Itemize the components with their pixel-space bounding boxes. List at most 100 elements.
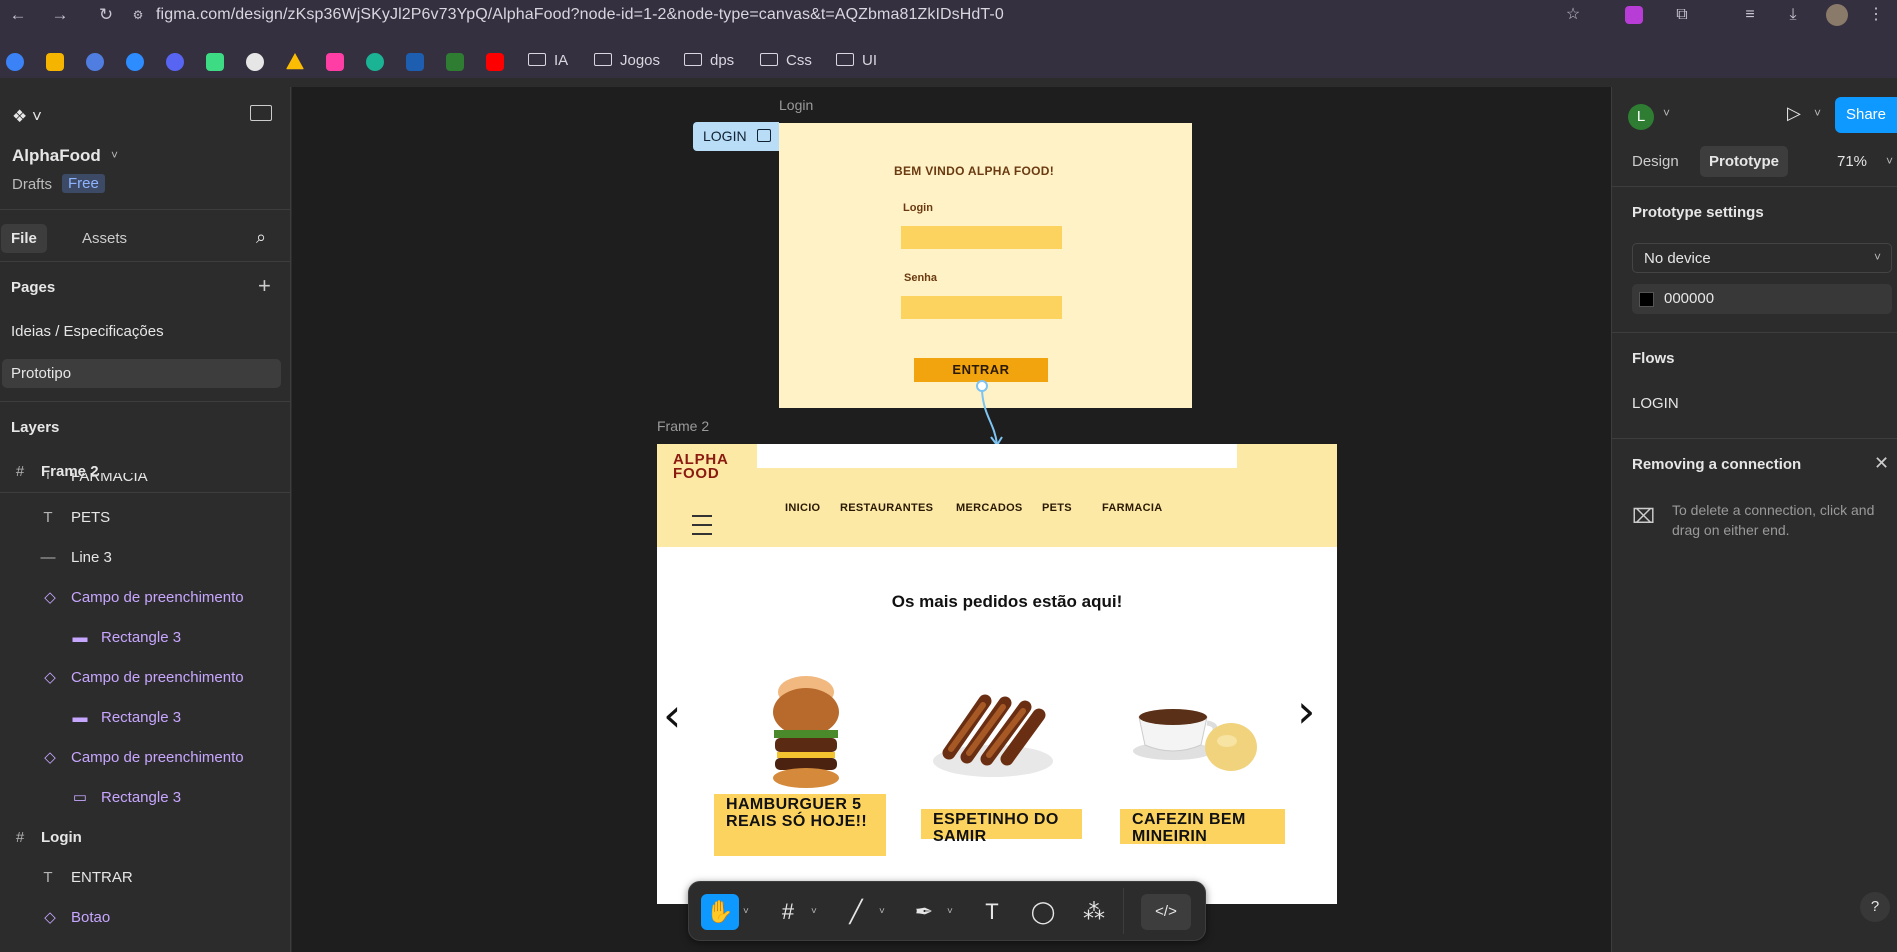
profile-avatar-icon[interactable] [1826,4,1848,26]
prototype-connection[interactable] [972,377,1012,452]
reload-icon[interactable]: ↻ [96,5,116,25]
bookmark-clock-icon[interactable] [86,53,104,71]
design-canvas[interactable]: Login LOGIN BEM VINDO ALPHA FOOD! Login … [292,87,1611,952]
color-swatch[interactable] [1639,292,1654,307]
share-button[interactable]: Share [1835,97,1897,133]
search-icon[interactable]: ⌕ [256,227,266,248]
close-icon[interactable]: ✕ [1874,453,1889,474]
tab-prototype[interactable]: Prototype [1700,146,1789,177]
tab-design[interactable]: Design [1632,153,1679,170]
figma-menu-icon[interactable]: ❖ ˅ [12,107,42,127]
page-item-active[interactable]: Prototipo [2,359,281,388]
page-item[interactable]: Ideias / Especificações [11,323,164,340]
bookmark-app-icon[interactable] [6,53,24,71]
bookmark-youtube-icon[interactable] [486,53,504,71]
layer-pets[interactable]: T PETS [0,498,290,538]
device-select[interactable]: No device ˅ [1632,243,1892,273]
comment-tool-icon[interactable]: ◯ [1024,894,1062,930]
layer-rectangle-2[interactable]: ▬ Rectangle 3 [0,698,290,738]
chevron-down-icon[interactable]: ˅ [811,906,817,917]
layer-entrar[interactable]: T ENTRAR [0,858,290,898]
layer-rectangle-1[interactable]: ▬ Rectangle 3 [0,618,290,658]
menu-item-restaurantes[interactable]: RESTAURANTES [840,502,933,514]
menu-icon[interactable]: ⋮ [1866,5,1886,25]
chevron-down-icon[interactable]: ˅ [1663,106,1670,120]
forward-icon[interactable]: → [50,5,70,25]
menu-item-inicio[interactable]: INICIO [785,502,820,514]
extensions-puzzle-icon[interactable]: ⧉ [1672,5,1692,25]
bookmark-zoom-icon[interactable] [126,53,144,71]
frame-label-login[interactable]: Login [779,97,813,113]
bookmark-keep-icon[interactable] [46,53,64,71]
login-field[interactable] [901,226,1062,249]
carousel-next-icon[interactable]: › [1297,684,1315,738]
chevron-down-icon[interactable]: ˅ [947,906,953,917]
layer-rectangle-3[interactable]: ▭ Rectangle 3 [0,778,290,818]
product-card-cafezin[interactable]: CAFEZIN BEM MINEIRIN [1120,809,1285,845]
file-name[interactable]: AlphaFood [12,146,101,166]
avatar[interactable]: L [1628,104,1654,130]
layer-botao[interactable]: ◇ Botao [0,898,290,938]
connection-start-handle[interactable] [976,380,988,392]
help-button[interactable]: ? [1860,892,1890,922]
text-tool-icon[interactable]: T [973,894,1011,930]
flow-start-tag[interactable]: LOGIN [693,122,779,151]
bookmark-app3-icon[interactable] [366,53,384,71]
add-page-icon[interactable]: + [258,273,271,299]
frame-2[interactable]: ALPHA FOOD INICIO RESTAURANTES MERCADOS P… [657,444,1337,904]
url-field[interactable]: figma.com/design/zKsp36WjSKyJl2P6v73YpQ/… [156,6,1004,24]
frame-tool-icon[interactable]: # [769,894,807,930]
tab-assets[interactable]: Assets [82,230,127,247]
dev-mode-icon[interactable]: </> [1141,894,1191,930]
pen-tool-icon[interactable]: ✒ [905,894,943,930]
bookmark-app4-icon[interactable] [446,53,464,71]
bookmark-folder-ia[interactable]: IA [528,52,568,69]
actions-tool-icon[interactable]: ⁂ [1075,894,1113,930]
layer-campo-3[interactable]: ◇ Campo de preenchimento [0,738,290,778]
bookmark-folder-ui[interactable]: UI [836,52,877,69]
media-icon[interactable]: ≡ [1740,5,1760,25]
bookmark-star-icon[interactable]: ☆ [1563,5,1583,25]
senha-field[interactable] [901,296,1062,319]
download-icon[interactable]: ⤓ [1783,5,1803,25]
layer-campo-1[interactable]: ◇ Campo de preenchimento [0,578,290,618]
back-icon[interactable]: ← [8,5,28,25]
product-card-espetinho[interactable]: ESPETINHO DO SAMIR [921,809,1082,845]
carousel-prev-icon[interactable]: ‹ [663,688,681,742]
layer-farmacia[interactable]: T FARMACIA [0,473,290,493]
bookmark-drive-icon[interactable] [286,53,304,70]
product-card-hamburguer[interactable]: HAMBURGUER 5 REAIS SÓ HOJE!! [714,794,886,856]
drafts-label[interactable]: Drafts [12,176,52,193]
frame-label-frame-2[interactable]: Frame 2 [657,418,709,434]
bookmark-folder-css[interactable]: Css [760,52,812,69]
menu-item-mercados[interactable]: MERCADOS [956,502,1023,514]
chevron-down-icon[interactable]: ˅ [879,906,885,917]
panel-toggle-icon[interactable] [250,105,272,121]
hamburger-menu-icon[interactable] [692,515,712,539]
zoom-level[interactable]: 71% [1837,153,1867,170]
bookmark-folder-dps[interactable]: dps [684,52,734,69]
bookmark-folder-jogos[interactable]: Jogos [594,52,660,69]
login-frame[interactable]: BEM VINDO ALPHA FOOD! Login Senha ENTRAR [779,123,1192,408]
bookmark-android-icon[interactable] [206,53,224,71]
line-tool-icon[interactable]: ╱ [837,894,875,930]
menu-item-farmacia[interactable]: FARMACIA [1102,502,1162,514]
hand-tool-icon[interactable]: ✋ [701,894,739,930]
tab-file[interactable]: File [1,224,47,253]
layer-campo-2[interactable]: ◇ Campo de preenchimento [0,658,290,698]
bookmark-github-icon[interactable] [246,53,264,71]
chevron-down-icon[interactable]: ˅ [111,148,118,162]
bookmark-discord-icon[interactable] [166,53,184,71]
layer-line-3[interactable]: — Line 3 [0,538,290,578]
layer-login[interactable]: # Login [0,818,290,858]
background-color-field[interactable]: 000000 [1632,284,1892,314]
bookmark-app2-icon[interactable] [326,53,344,71]
chevron-down-icon[interactable]: ˅ [1814,106,1821,120]
flow-item-login[interactable]: LOGIN [1632,395,1679,412]
present-play-icon[interactable]: ▷ [1787,103,1801,124]
extension-icon[interactable] [1625,6,1643,24]
chevron-down-icon[interactable]: ˅ [1886,154,1893,168]
menu-item-pets[interactable]: PETS [1042,502,1072,514]
chevron-down-icon[interactable]: ˅ [743,906,749,917]
site-settings-icon[interactable]: ⚙ [128,5,148,25]
